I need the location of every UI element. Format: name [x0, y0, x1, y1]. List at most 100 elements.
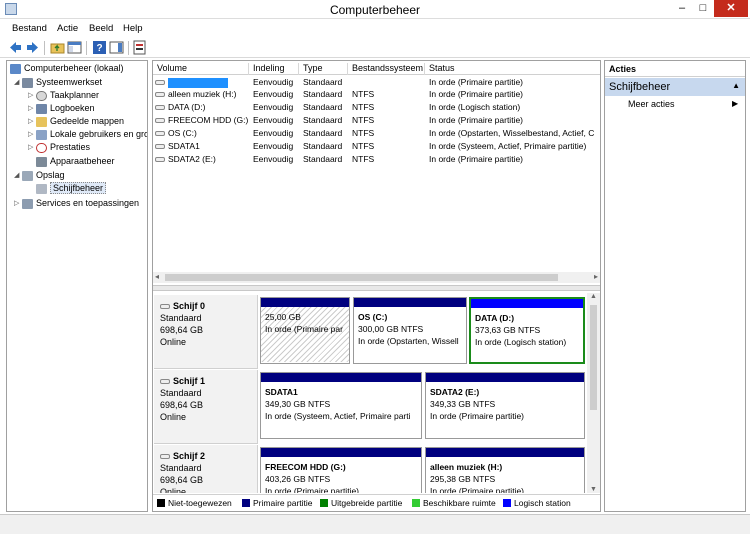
table-row[interactable]: SDATA1 Eenvoudig Standaard NTFS In orde …	[153, 140, 600, 152]
toolbox-icon	[22, 78, 33, 88]
partition-block[interactable]: FREECOM HDD (G:) 403,26 GB NTFS In orde (P…	[260, 447, 422, 493]
column-header-volume[interactable]: Volume	[153, 63, 249, 75]
tree-item-task-scheduler[interactable]: ▷ Taakplanner	[28, 90, 99, 103]
services-icon	[22, 199, 33, 209]
table-row[interactable]: OS (C:) Eenvoudig Standaard NTFS In orde…	[153, 127, 600, 139]
menu-beeld[interactable]: Beeld	[89, 23, 113, 34]
computer-management-icon	[10, 64, 21, 74]
help-icon[interactable]: ?	[92, 40, 107, 55]
tree-item-event-viewer[interactable]: ▷ Logboeken	[28, 103, 95, 116]
legend-swatch-extended	[320, 499, 328, 507]
partition-block[interactable]: alleen muziek (H:) 295,38 GB NTFS In orde …	[425, 447, 585, 493]
volume-icon	[155, 131, 165, 137]
table-row[interactable]: Eenvoudig Standaard In orde (Primaire pa…	[153, 76, 600, 88]
disk-label[interactable]: Schijf 1 Standaard 698,64 GB Online	[154, 370, 258, 444]
close-button[interactable]: ✕	[714, 0, 748, 17]
vertical-scrollbar[interactable]: ▲ ▼	[587, 293, 600, 493]
legend-item: Logisch station	[503, 498, 571, 508]
users-icon	[36, 130, 47, 140]
column-header-layout[interactable]: Indeling	[249, 63, 299, 75]
collapsed-chevron-icon[interactable]: ▷	[28, 143, 36, 151]
legend-swatch-logical	[503, 499, 511, 507]
collapse-caret-icon[interactable]: ▲	[732, 81, 740, 90]
maximize-button[interactable]: □	[693, 0, 713, 17]
more-actions-link[interactable]: Meer acties	[628, 99, 675, 109]
tree-item-device-manager[interactable]: Apparaatbeheer	[36, 156, 115, 169]
expanded-chevron-icon[interactable]: ◢	[14, 171, 22, 179]
table-row[interactable]: FREECOM HDD (G:) Eenvoudig Standaard NTF…	[153, 114, 600, 126]
legend-swatch-unallocated	[157, 499, 165, 507]
show-hide-pane-icon[interactable]	[109, 40, 124, 55]
volume-icon	[155, 144, 165, 150]
actions-section-header[interactable]: Schijfbeheer ▲	[605, 78, 745, 96]
collapsed-chevron-icon[interactable]: ▷	[28, 104, 36, 112]
scroll-down-icon[interactable]: ▼	[590, 486, 597, 493]
table-row[interactable]: DATA (D:) Eenvoudig Standaard NTFS In or…	[153, 101, 600, 113]
volume-list-header: Volume Indeling Type Bestandssysteem Sta…	[153, 61, 600, 75]
legend-item: Beschikbare ruimte	[412, 498, 496, 508]
scroll-right-icon[interactable]: ▸	[594, 272, 598, 281]
scroll-left-icon[interactable]: ◂	[155, 272, 159, 281]
scroll-thumb[interactable]	[165, 274, 558, 281]
volume-name-redacted	[168, 77, 228, 88]
scroll-thumb[interactable]	[590, 305, 597, 410]
column-header-type[interactable]: Type	[299, 63, 348, 75]
storage-icon	[22, 171, 33, 181]
legend: Niet-toegewezen Primaire partitie Uitgeb…	[153, 494, 600, 511]
table-row[interactable]: SDATA2 (E:) Eenvoudig Standaard NTFS In …	[153, 153, 600, 165]
tree-item-performance[interactable]: ▷ Prestaties	[28, 142, 90, 155]
scroll-up-icon[interactable]: ▲	[590, 293, 597, 300]
menu-actie[interactable]: Actie	[57, 23, 78, 34]
back-arrow-icon[interactable]	[8, 40, 23, 55]
device-manager-icon	[36, 157, 47, 167]
volume-icon	[155, 80, 165, 86]
collapsed-chevron-icon[interactable]: ▷	[28, 117, 36, 125]
tree-item-local-users[interactable]: ▷ Lokale gebruikers en gro	[28, 129, 147, 142]
partition-block[interactable]: OS (C:) 300,00 GB NTFS In orde (Opstarten,…	[353, 297, 467, 364]
disk-row: Schijf 1 Standaard 698,64 GB Online SDAT…	[154, 370, 586, 444]
volume-icon	[155, 105, 165, 111]
disk-management-pane: Volume Indeling Type Bestandssysteem Sta…	[152, 60, 601, 512]
volume-icon	[155, 157, 165, 163]
forward-arrow-icon[interactable]	[25, 40, 40, 55]
column-header-filesystem[interactable]: Bestandssysteem	[348, 63, 425, 75]
clock-icon	[36, 91, 47, 101]
partition-block[interactable]: SDATA1 349,30 GB NTFS In orde (Systeem, Ac…	[260, 372, 422, 439]
minimize-button[interactable]: –	[672, 0, 692, 17]
expanded-chevron-icon[interactable]: ◢	[14, 78, 22, 86]
column-header-status[interactable]: Status	[425, 63, 600, 75]
console-tree-icon[interactable]	[67, 40, 82, 55]
tree-item-system-tools[interactable]: ◢ Systeemwerkset	[14, 77, 102, 90]
partition-block[interactable]: 25,00 GB In orde (Primaire par	[260, 297, 350, 364]
status-bar	[0, 514, 750, 534]
collapsed-chevron-icon[interactable]: ▷	[28, 130, 36, 138]
collapsed-chevron-icon[interactable]: ▷	[14, 199, 22, 207]
submenu-arrow-icon[interactable]: ▶	[732, 99, 738, 108]
menu-bestand[interactable]: Bestand	[12, 23, 47, 34]
partition-block-selected[interactable]: DATA (D:) 373,63 GB NTFS In orde (Logisch …	[469, 297, 585, 364]
legend-swatch-free	[412, 499, 420, 507]
collapsed-chevron-icon[interactable]: ▷	[28, 91, 36, 99]
menu-bar: Bestand Actie Beeld Help	[0, 19, 750, 38]
volume-icon	[155, 92, 165, 98]
actions-title: Acties	[605, 61, 745, 77]
toolbar-separator	[128, 41, 129, 55]
table-row[interactable]: alleen muziek (H:) Eenvoudig Standaard N…	[153, 88, 600, 100]
disk-icon	[160, 379, 170, 385]
pane-splitter[interactable]	[153, 285, 600, 291]
console-tree: Computerbeheer (lokaal) ◢ Systeemwerkset …	[6, 60, 148, 512]
disk-label[interactable]: Schijf 2 Standaard 698,64 GB Online	[154, 445, 258, 493]
tree-item-services[interactable]: ▷ Services en toepassingen	[14, 198, 139, 211]
disk-row: Schijf 2 Standaard 698,64 GB Online FREE…	[154, 445, 586, 493]
horizontal-scrollbar[interactable]: ◂ ▸	[153, 272, 600, 283]
tree-item-shared-folders[interactable]: ▷ Gedeelde mappen	[28, 116, 124, 129]
toolbar-separator	[44, 41, 45, 55]
tree-item-root[interactable]: Computerbeheer (lokaal)	[10, 63, 124, 76]
toolbar: ?	[0, 38, 750, 58]
disk-label[interactable]: Schijf 0 Standaard 698,64 GB Online	[154, 295, 258, 369]
properties-icon[interactable]	[132, 40, 147, 55]
partition-block[interactable]: SDATA2 (E:) 349,33 GB NTFS In orde (Primai…	[425, 372, 585, 439]
tree-item-disk-management[interactable]: Schijfbeheer	[36, 182, 107, 196]
up-folder-icon[interactable]	[50, 40, 65, 55]
menu-help[interactable]: Help	[123, 23, 143, 34]
